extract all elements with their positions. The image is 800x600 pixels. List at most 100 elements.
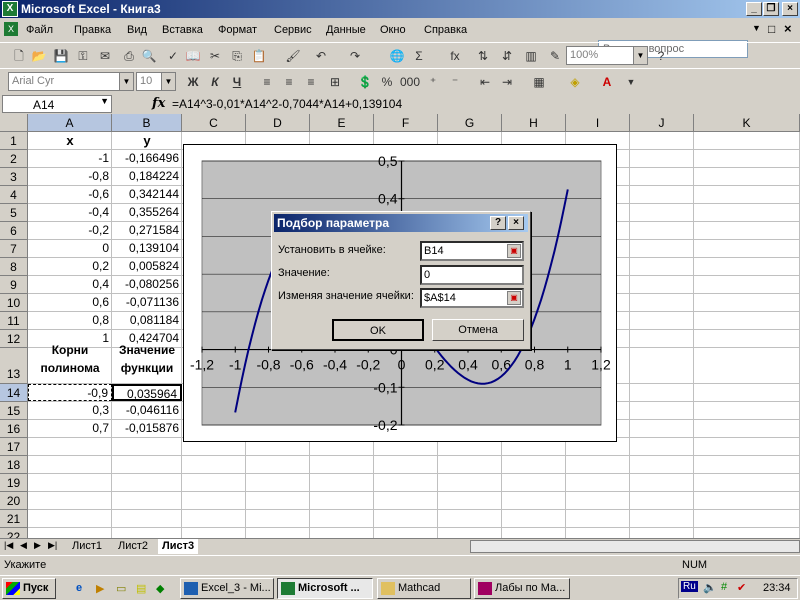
row-header-8[interactable]: 8 bbox=[0, 258, 28, 276]
horizontal-scrollbar[interactable] bbox=[470, 540, 800, 553]
data-cell-y[interactable]: 0,184224 bbox=[112, 168, 182, 185]
task-mathcad[interactable]: Mathcad bbox=[377, 578, 471, 599]
data-cell-x[interactable]: 0,4 bbox=[28, 276, 112, 293]
row-header-15[interactable]: 15 bbox=[0, 402, 28, 420]
menu-help[interactable]: Справка bbox=[424, 24, 467, 36]
sort-desc-icon[interactable]: ⇵ bbox=[498, 47, 516, 65]
value-cell-b16[interactable]: -0,015876 bbox=[112, 420, 182, 437]
data-cell-y[interactable]: 0,271584 bbox=[112, 222, 182, 239]
column-header-a[interactable]: A bbox=[28, 114, 112, 132]
row-header-5[interactable]: 5 bbox=[0, 204, 28, 222]
excel-icon[interactable]: X bbox=[2, 1, 18, 17]
column-header-g[interactable]: G bbox=[438, 114, 502, 132]
task-microsoft-excel[interactable]: Microsoft ... bbox=[277, 578, 373, 599]
last-sheet-icon[interactable]: ▶| bbox=[48, 540, 57, 551]
fill-color-icon[interactable]: ◈ bbox=[566, 73, 584, 91]
row-header-4[interactable]: 4 bbox=[0, 186, 28, 204]
print-icon[interactable]: ⎙ bbox=[120, 47, 138, 65]
doc-restore-icon[interactable]: □ bbox=[768, 22, 775, 36]
cut-icon[interactable]: ✂ bbox=[206, 47, 224, 65]
menu-window[interactable]: Окно bbox=[380, 24, 406, 36]
menu-format[interactable]: Формат bbox=[218, 24, 257, 36]
ok-button[interactable]: OK bbox=[332, 319, 424, 341]
data-cell-y[interactable]: 0,081184 bbox=[112, 312, 182, 329]
data-cell-x[interactable]: -1 bbox=[28, 150, 112, 167]
column-header-f[interactable]: F bbox=[374, 114, 438, 132]
column-header-e[interactable]: E bbox=[310, 114, 374, 132]
doc-close-icon[interactable]: × bbox=[784, 21, 792, 36]
email-icon[interactable]: ✉ bbox=[96, 47, 114, 65]
roots-header-line1[interactable]: Корни bbox=[28, 342, 112, 359]
data-cell-x[interactable]: 0,2 bbox=[28, 258, 112, 275]
name-box[interactable]: A14 ▼ bbox=[2, 95, 112, 113]
row-header-17[interactable]: 17 bbox=[0, 438, 28, 456]
currency-icon[interactable]: 💲 bbox=[356, 73, 374, 91]
workbook-icon[interactable]: X bbox=[4, 22, 18, 36]
merge-center-icon[interactable]: ⊞ bbox=[326, 73, 344, 91]
value-cell-b14[interactable]: 0,035964 bbox=[112, 384, 182, 401]
start-button[interactable]: Пуск bbox=[2, 578, 56, 599]
drawing-icon[interactable]: ✎ bbox=[546, 47, 564, 65]
root-cell-a15[interactable]: 0,3 bbox=[28, 402, 112, 419]
align-right-icon[interactable]: ≡ bbox=[302, 73, 320, 91]
row-header-19[interactable]: 19 bbox=[0, 474, 28, 492]
column-header-h[interactable]: H bbox=[502, 114, 566, 132]
close-button[interactable]: × bbox=[782, 2, 798, 16]
values-header-line2[interactable]: функции bbox=[112, 360, 182, 377]
roots-header-line2[interactable]: полинома bbox=[28, 360, 112, 377]
menu-tools[interactable]: Сервис bbox=[274, 24, 312, 36]
data-cell-x[interactable]: 0 bbox=[28, 240, 112, 257]
increase-indent-icon[interactable]: ⇥ bbox=[498, 73, 516, 91]
column-header-i[interactable]: I bbox=[566, 114, 630, 132]
sheet-tab-1[interactable]: Лист1 bbox=[68, 539, 106, 554]
data-cell-y[interactable]: 0,355264 bbox=[112, 204, 182, 221]
comma-style-icon[interactable]: 000 bbox=[400, 73, 420, 91]
column-header-b[interactable]: B bbox=[112, 114, 182, 132]
select-all-corner[interactable] bbox=[0, 114, 28, 132]
task-labs[interactable]: Лабы по Ма... bbox=[474, 578, 570, 599]
menu-edit[interactable]: Правка bbox=[74, 24, 111, 36]
increase-decimal-icon[interactable]: ⁺ bbox=[424, 73, 442, 91]
menu-file[interactable]: Файл bbox=[26, 24, 53, 36]
row-header-21[interactable]: 21 bbox=[0, 510, 28, 528]
data-cell-x[interactable]: -0,8 bbox=[28, 168, 112, 185]
insert-function-icon[interactable]: fx bbox=[152, 96, 165, 111]
zoom-select[interactable]: 100% ▼ bbox=[566, 46, 648, 65]
row-header-2[interactable]: 2 bbox=[0, 150, 28, 168]
font-select[interactable]: Arial Cyr ▼ bbox=[8, 72, 134, 91]
network-icon[interactable]: # bbox=[721, 581, 727, 593]
row-header-14[interactable]: 14 bbox=[0, 384, 28, 402]
data-cell-y[interactable]: -0,080256 bbox=[112, 276, 182, 293]
header-y[interactable]: y bbox=[112, 132, 182, 149]
open-icon[interactable]: 📂 bbox=[30, 47, 48, 65]
task-excel-3[interactable]: Excel_3 - Mi... bbox=[180, 578, 274, 599]
collapse-dialog-icon[interactable]: ▣ bbox=[507, 244, 521, 258]
desktop-icon[interactable]: ▭ bbox=[116, 582, 126, 595]
data-cell-y[interactable]: 0,139104 bbox=[112, 240, 182, 257]
sheet-tab-3[interactable]: Лист3 bbox=[158, 539, 199, 554]
row-header-22[interactable]: 22 bbox=[0, 528, 28, 538]
preview-icon[interactable]: 🔍 bbox=[140, 47, 158, 65]
changing-cell-input[interactable]: $A$14 ▣ bbox=[420, 288, 524, 308]
cancel-button[interactable]: Отмена bbox=[432, 319, 524, 341]
decrease-indent-icon[interactable]: ⇤ bbox=[476, 73, 494, 91]
chart-wizard-icon[interactable]: ▥ bbox=[522, 47, 540, 65]
format-painter-icon[interactable]: 🖌 bbox=[284, 47, 302, 65]
redo-icon[interactable]: ↷ bbox=[346, 47, 364, 65]
font-color-icon[interactable]: A bbox=[598, 73, 616, 91]
research-icon[interactable]: 📖 bbox=[184, 47, 202, 65]
row-header-6[interactable]: 6 bbox=[0, 222, 28, 240]
row-header-20[interactable]: 20 bbox=[0, 492, 28, 510]
underline-button[interactable]: Ч bbox=[228, 73, 246, 91]
folder-icon[interactable]: ▤ bbox=[136, 582, 146, 595]
toolbar-options-icon[interactable]: ▼ bbox=[622, 73, 640, 91]
antivirus-icon[interactable]: ✔ bbox=[737, 581, 746, 594]
media-player-icon[interactable]: ▶ bbox=[96, 582, 104, 595]
data-cell-y[interactable]: 0,342144 bbox=[112, 186, 182, 203]
help-icon[interactable]: ? bbox=[652, 47, 670, 65]
bold-button[interactable]: Ж bbox=[184, 73, 202, 91]
column-header-d[interactable]: D bbox=[246, 114, 310, 132]
align-center-icon[interactable]: ≡ bbox=[280, 73, 298, 91]
function-icon[interactable]: fx bbox=[446, 47, 464, 65]
font-size-select[interactable]: 10 ▼ bbox=[136, 72, 176, 91]
